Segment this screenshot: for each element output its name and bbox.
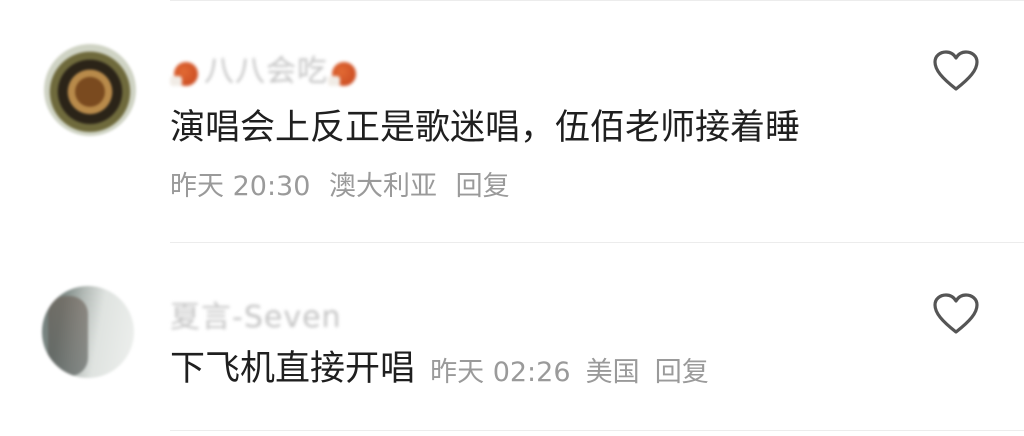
comment-text: 演唱会上反正是歌迷唱，伍佰老师接着睡 <box>170 108 801 148</box>
comment-text: 下飞机直接开唱 <box>170 349 416 389</box>
divider-top <box>170 0 1024 1</box>
reply-button[interactable]: 回复 <box>456 171 510 202</box>
comment-location: 澳大利亚 <box>329 171 437 202</box>
comment-list: 八八会吃 演唱会上反正是歌迷唱，伍佰老师接着睡 昨天 20:30 澳大利亚 回复… <box>0 0 1024 436</box>
comment-row: 下飞机直接开唱 昨天 02:26 美国 回复 <box>170 347 709 391</box>
heart-icon[interactable] <box>932 49 980 93</box>
username[interactable]: 八八会吃 <box>170 46 362 90</box>
username[interactable]: 夏言-Seven <box>170 292 342 336</box>
comment-time: 昨天 20:30 <box>170 171 311 202</box>
reply-button[interactable]: 回复 <box>655 350 709 389</box>
roast-meat-icon <box>170 58 204 88</box>
comment-location: 美国 <box>585 356 640 388</box>
avatar[interactable] <box>42 286 134 378</box>
avatar[interactable] <box>44 44 136 136</box>
comment-time: 昨天 02:26 <box>430 356 571 388</box>
heart-icon[interactable] <box>932 292 980 336</box>
divider-bottom <box>170 430 1024 431</box>
roast-meat-icon <box>328 58 362 88</box>
comment-meta: 昨天 20:30 澳大利亚 回复 <box>170 170 510 204</box>
divider <box>170 242 1024 243</box>
